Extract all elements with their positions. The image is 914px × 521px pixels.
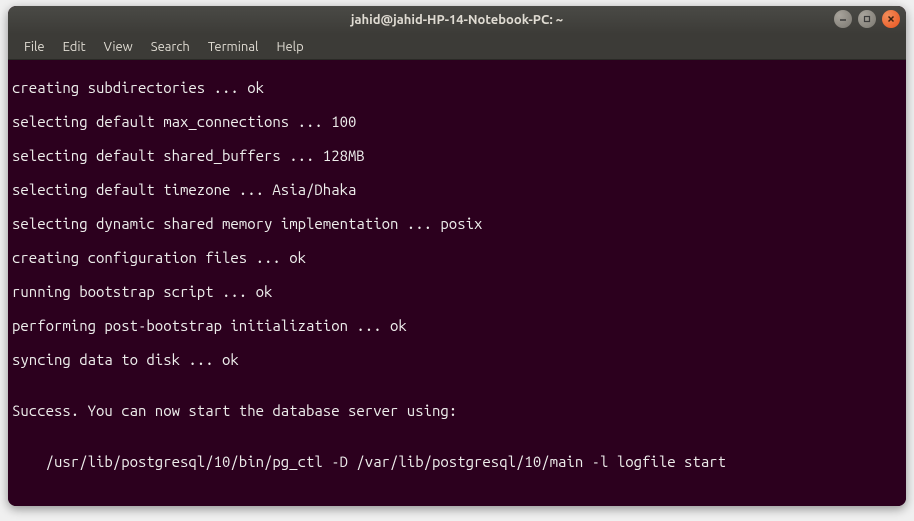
terminal-window: jahid@jahid-HP-14-Notebook-PC: ~ File Ed… — [8, 6, 906, 506]
minimize-button[interactable] — [834, 10, 852, 28]
menu-view[interactable]: View — [96, 37, 141, 57]
menu-terminal[interactable]: Terminal — [200, 37, 267, 57]
terminal-line: selecting default max_connections ... 10… — [12, 113, 902, 130]
terminal-line: selecting dynamic shared memory implemen… — [12, 215, 902, 232]
terminal-line: running bootstrap script ... ok — [12, 283, 902, 300]
menu-help[interactable]: Help — [268, 37, 311, 57]
maximize-button[interactable] — [858, 10, 876, 28]
menu-edit[interactable]: Edit — [55, 37, 94, 57]
terminal-line: /usr/lib/postgresql/10/bin/pg_ctl -D /va… — [12, 453, 902, 470]
menubar: File Edit View Search Terminal Help — [8, 34, 906, 60]
menu-file[interactable]: File — [16, 37, 53, 57]
window-title: jahid@jahid-HP-14-Notebook-PC: ~ — [8, 13, 906, 27]
terminal-line: Success. You can now start the database … — [12, 402, 902, 419]
menu-search[interactable]: Search — [143, 37, 198, 57]
terminal-line: creating subdirectories ... ok — [12, 79, 902, 96]
window-controls — [834, 10, 900, 28]
terminal-line: Ver Cluster Port Status Owner Data direc… — [12, 504, 902, 506]
terminal-line: selecting default timezone ... Asia/Dhak… — [12, 181, 902, 198]
titlebar[interactable]: jahid@jahid-HP-14-Notebook-PC: ~ — [8, 6, 906, 34]
terminal-line: performing post-bootstrap initialization… — [12, 317, 902, 334]
terminal-body[interactable]: creating subdirectories ... ok selecting… — [8, 60, 906, 506]
terminal-line: selecting default shared_buffers ... 128… — [12, 147, 902, 164]
terminal-line: creating configuration files ... ok — [12, 249, 902, 266]
terminal-line: syncing data to disk ... ok — [12, 351, 902, 368]
close-button[interactable] — [882, 10, 900, 28]
